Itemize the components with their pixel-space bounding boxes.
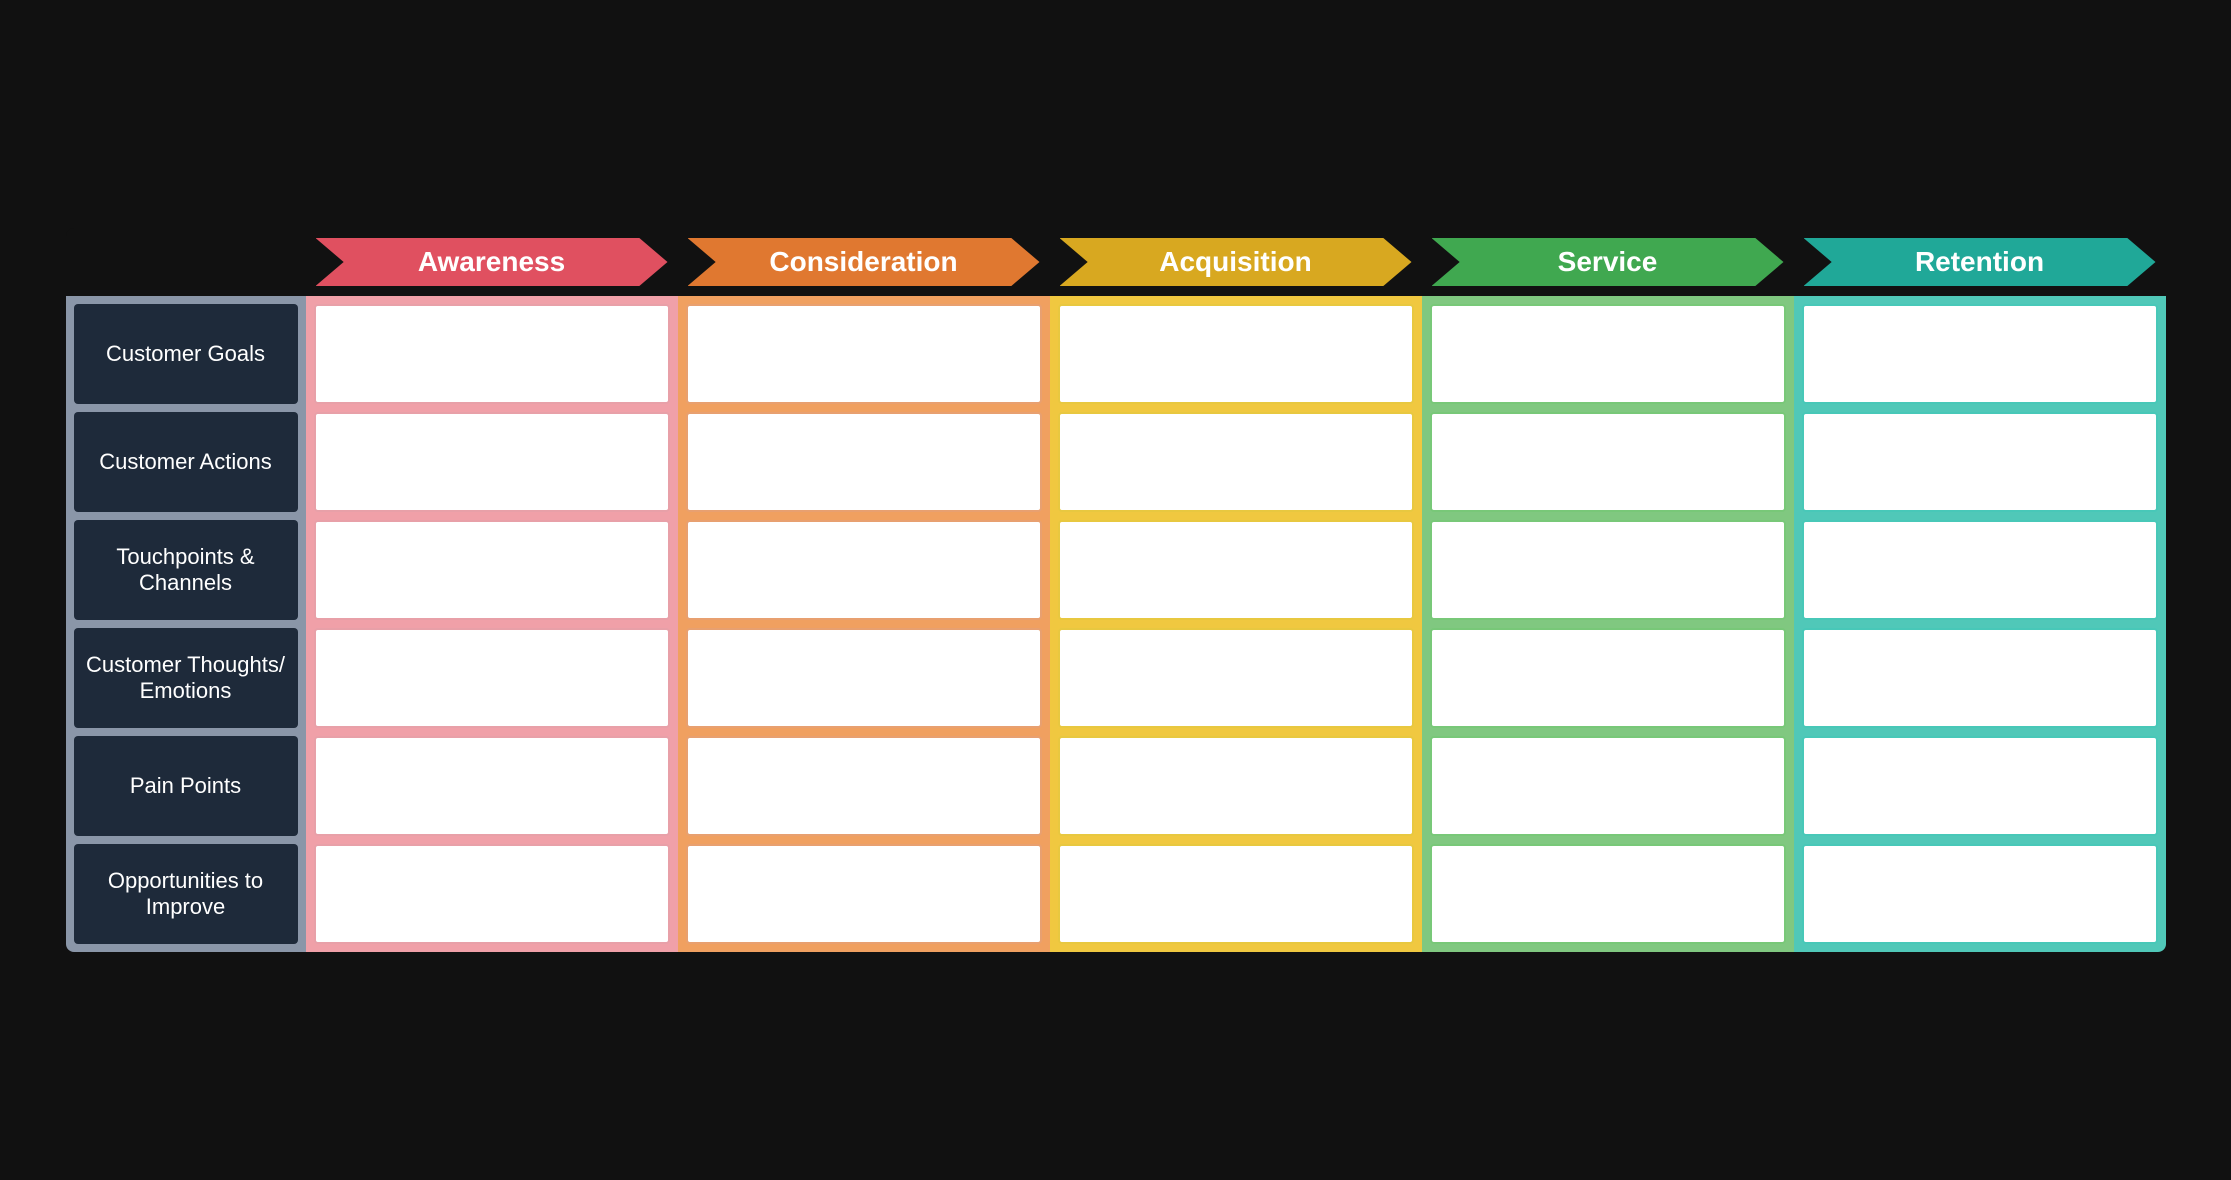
cell-service-customer-goals[interactable] xyxy=(1430,304,1786,404)
column-acquisition xyxy=(1050,296,1422,952)
header-label-service: Service xyxy=(1558,246,1658,278)
column-service xyxy=(1422,296,1794,952)
cell-acquisition-customer-actions[interactable] xyxy=(1058,412,1414,512)
cell-consideration-pain-points[interactable] xyxy=(686,736,1042,836)
header-retention: Retention xyxy=(1794,228,2166,296)
cell-awareness-touchpoints-channels[interactable] xyxy=(314,520,670,620)
cell-consideration-customer-thoughts-emotions[interactable] xyxy=(686,628,1042,728)
header-label-acquisition: Acquisition xyxy=(1159,246,1311,278)
cell-retention-customer-thoughts-emotions[interactable] xyxy=(1802,628,2158,728)
header-acquisition: Acquisition xyxy=(1050,228,1422,296)
cell-service-touchpoints-channels[interactable] xyxy=(1430,520,1786,620)
cell-service-customer-actions[interactable] xyxy=(1430,412,1786,512)
cell-acquisition-pain-points[interactable] xyxy=(1058,736,1414,836)
row-label-touchpoints-channels: Touchpoints & Channels xyxy=(74,520,298,620)
cell-acquisition-touchpoints-channels[interactable] xyxy=(1058,520,1414,620)
cell-consideration-touchpoints-channels[interactable] xyxy=(686,520,1042,620)
header-row: Awareness Consideration Acquisition Service… xyxy=(66,228,2166,296)
cell-awareness-customer-goals[interactable] xyxy=(314,304,670,404)
header-label-consideration: Consideration xyxy=(769,246,957,278)
column-awareness xyxy=(306,296,678,952)
cell-retention-pain-points[interactable] xyxy=(1802,736,2158,836)
cell-service-customer-thoughts-emotions[interactable] xyxy=(1430,628,1786,728)
row-label-customer-actions: Customer Actions xyxy=(74,412,298,512)
cell-awareness-customer-actions[interactable] xyxy=(314,412,670,512)
cell-acquisition-customer-thoughts-emotions[interactable] xyxy=(1058,628,1414,728)
cell-acquisition-opportunities-to-improve[interactable] xyxy=(1058,844,1414,944)
cell-consideration-customer-actions[interactable] xyxy=(686,412,1042,512)
column-retention xyxy=(1794,296,2166,952)
column-consideration xyxy=(678,296,1050,952)
journey-map: Awareness Consideration Acquisition Service… xyxy=(66,228,2166,952)
header-empty xyxy=(66,228,306,296)
cell-acquisition-customer-goals[interactable] xyxy=(1058,304,1414,404)
cell-retention-opportunities-to-improve[interactable] xyxy=(1802,844,2158,944)
columns-area xyxy=(306,296,2166,952)
cell-consideration-customer-goals[interactable] xyxy=(686,304,1042,404)
header-label-retention: Retention xyxy=(1915,246,2044,278)
header-label-awareness: Awareness xyxy=(418,246,565,278)
cell-awareness-pain-points[interactable] xyxy=(314,736,670,836)
row-labels: Customer GoalsCustomer ActionsTouchpoint… xyxy=(66,296,306,952)
cell-awareness-customer-thoughts-emotions[interactable] xyxy=(314,628,670,728)
cell-consideration-opportunities-to-improve[interactable] xyxy=(686,844,1042,944)
body-section: Customer GoalsCustomer ActionsTouchpoint… xyxy=(66,296,2166,952)
row-label-customer-thoughts-emotions: Customer Thoughts/ Emotions xyxy=(74,628,298,728)
header-awareness: Awareness xyxy=(306,228,678,296)
row-label-opportunities-to-improve: Opportunities to Improve xyxy=(74,844,298,944)
cell-retention-customer-actions[interactable] xyxy=(1802,412,2158,512)
row-label-customer-goals: Customer Goals xyxy=(74,304,298,404)
row-label-pain-points: Pain Points xyxy=(74,736,298,836)
cell-service-pain-points[interactable] xyxy=(1430,736,1786,836)
cell-awareness-opportunities-to-improve[interactable] xyxy=(314,844,670,944)
cell-retention-touchpoints-channels[interactable] xyxy=(1802,520,2158,620)
cell-service-opportunities-to-improve[interactable] xyxy=(1430,844,1786,944)
header-consideration: Consideration xyxy=(678,228,1050,296)
cell-retention-customer-goals[interactable] xyxy=(1802,304,2158,404)
header-service: Service xyxy=(1422,228,1794,296)
